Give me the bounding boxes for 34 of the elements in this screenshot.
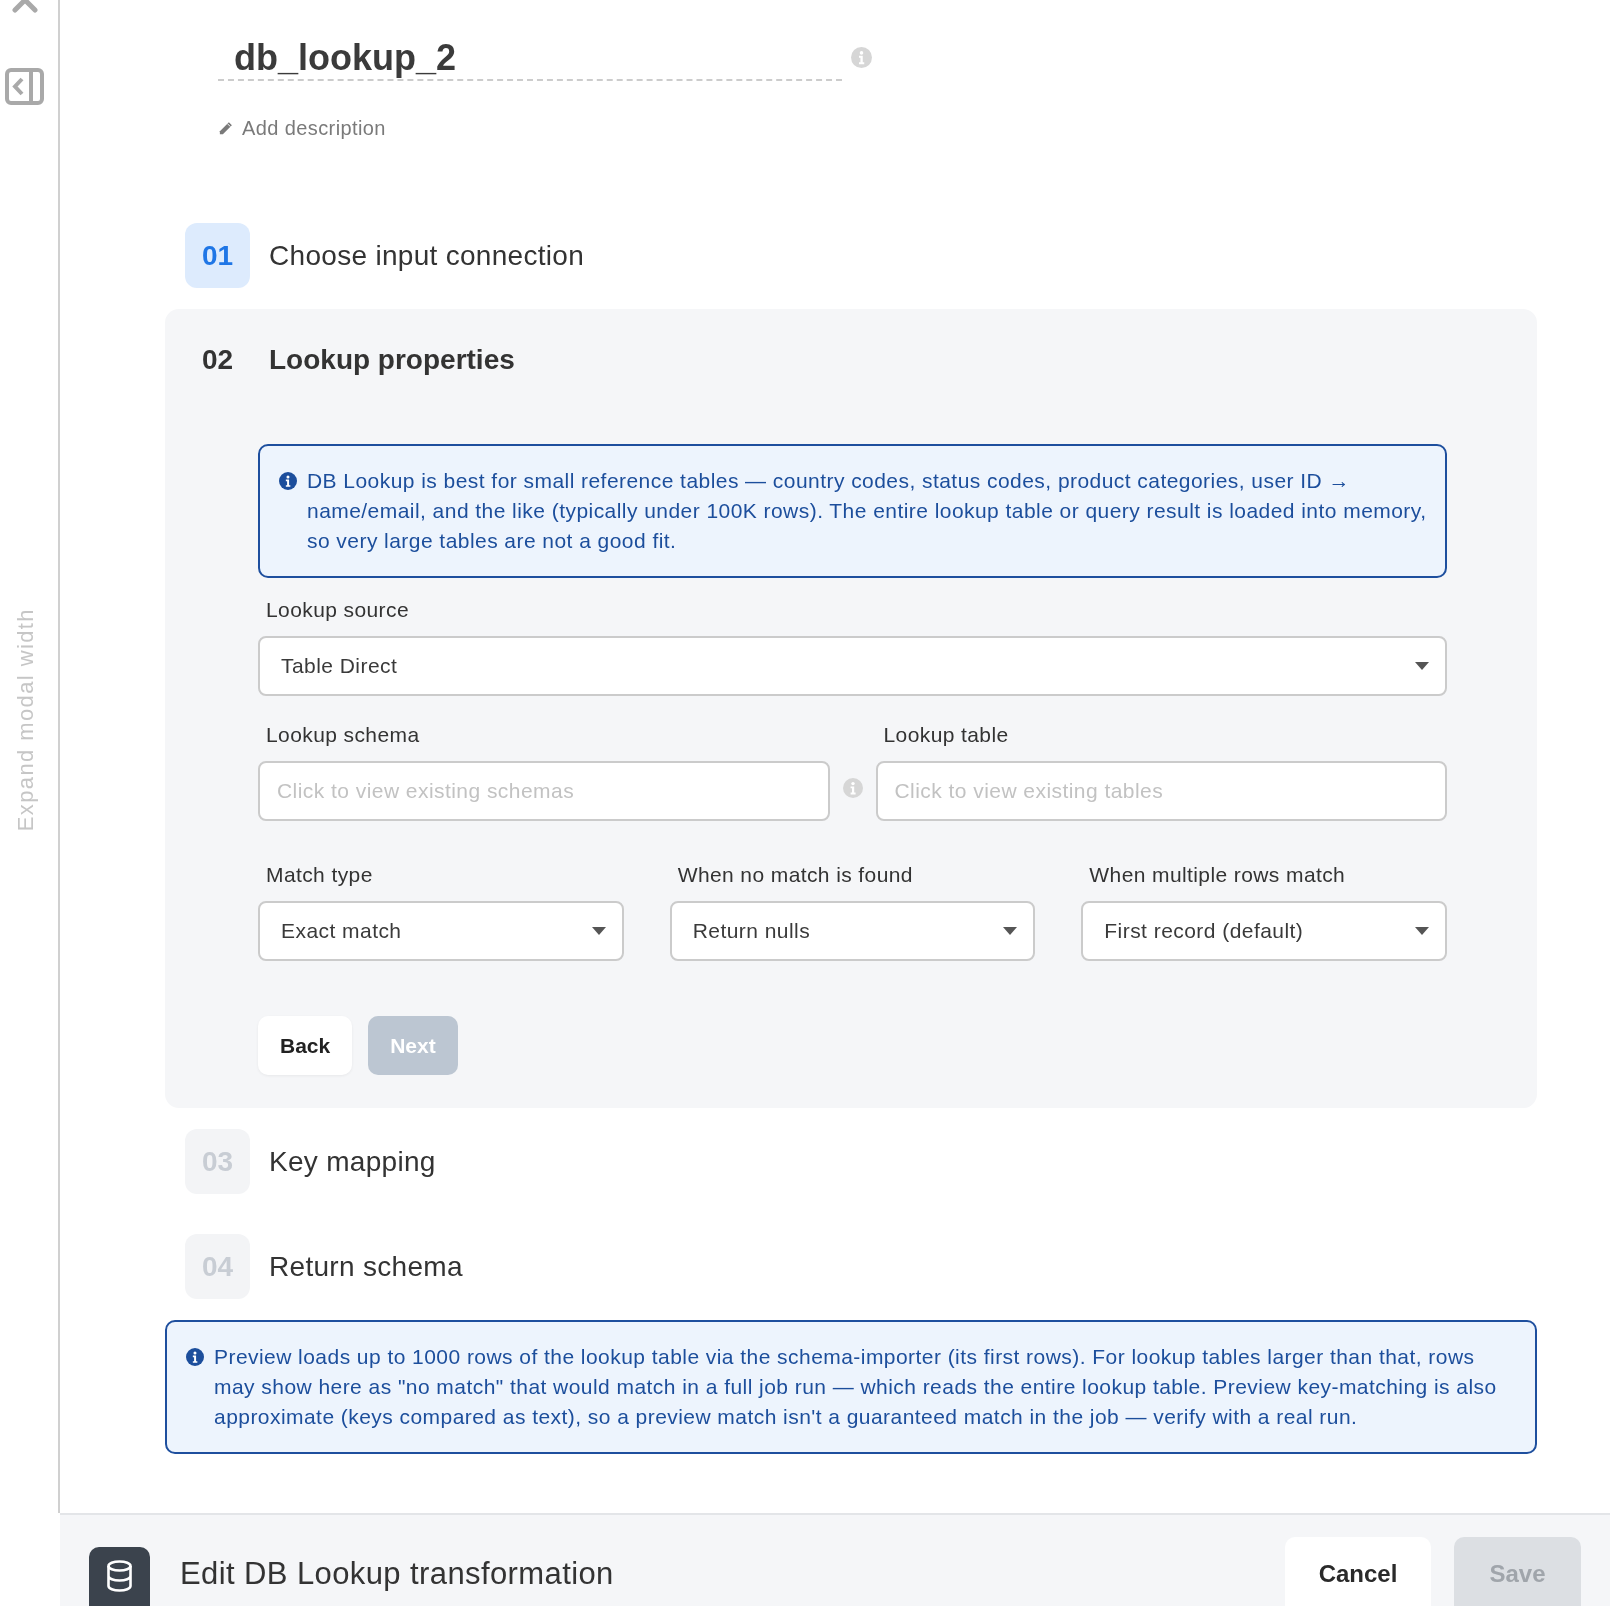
field-label: Lookup source [266,598,409,622]
notice-text: Preview loads up to 1000 rows of the lookup table via the schema-importer (its first rows). For lookup tables larger than that, rows may show here as "no match" that would match in a full job run — which reads the entire lookup table. Preview key-matching is also approximate (keys compared as text), so a preview match isn't a guaranteed match in the job — verify with a real run. [214,1344,1498,1430]
caret-icon [1415,662,1429,670]
field-label: Lookup table [883,723,1009,747]
pencil-icon [218,120,233,136]
dropdown-field[interactable]: Table Direct [258,636,1447,696]
step-title[interactable]: Return schema [269,1249,463,1284]
caret-icon [1003,927,1018,935]
field-label: Lookup schema [266,723,420,747]
dropdown-field[interactable]: Exact match [258,901,624,961]
dialog-title: Edit DB Lookup transformation [180,1556,614,1592]
step-title[interactable]: Key mapping [269,1144,436,1179]
info-icon [279,472,297,490]
caret-icon [1415,927,1429,935]
notice-text: DB Lookup is best for small reference tables — country codes, status codes, product categories, user ID → name/email, and the like (typically under 100K rows). The entire lookup table or query result is loaded into memory, so very large tables are not a good fit. [307,468,1428,554]
input-field[interactable]: Click to view existing schemas [258,761,830,821]
chevron-up-icon[interactable] [12,0,38,13]
field-label: Match type [266,863,373,887]
step-number[interactable]: 01 [185,223,250,288]
field-label: When multiple rows match [1089,863,1346,887]
step-number: 02 [200,342,235,377]
field-label: When no match is found [677,863,913,887]
dropdown-field[interactable]: First record (default) [1081,901,1447,961]
name-field[interactable]: db_lookup_2 [218,31,842,81]
info-icon [186,1348,204,1366]
input-field[interactable]: Click to view existing tables [875,761,1447,821]
step-button[interactable]: Back [258,1016,353,1075]
collapse-panel-icon[interactable] [5,68,44,105]
footer-button[interactable]: Cancel [1285,1537,1431,1606]
dropdown-field[interactable]: Return nulls [669,901,1036,961]
step-title: Lookup properties [269,342,515,377]
step-title[interactable]: Choose input connection [269,238,585,273]
add-description-link[interactable]: Add description [218,116,386,140]
caret-icon [591,927,606,935]
